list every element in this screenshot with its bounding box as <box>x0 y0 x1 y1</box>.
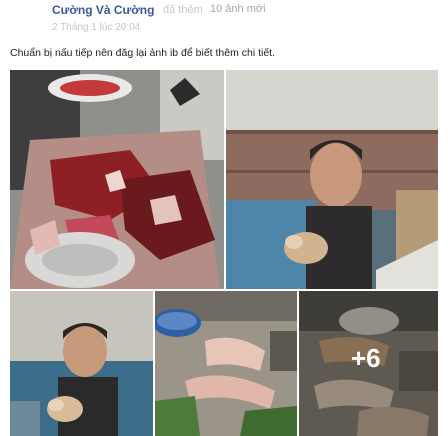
post-timestamp[interactable]: 2 Tháng 1 lúc 20:04 <box>52 22 140 33</box>
facebook-post: Cường Và Cường đã thêm 10 ảnh mới 2 Thán… <box>0 0 448 436</box>
photo-4[interactable] <box>155 291 297 436</box>
photo-2[interactable] <box>226 70 438 289</box>
photo-3[interactable] <box>10 291 153 436</box>
post-action-text: đã thêm <box>163 4 203 16</box>
photo-2-image <box>226 70 438 289</box>
photo-1-image <box>10 70 224 289</box>
photo-count-link[interactable]: 10 ảnh mới <box>210 3 266 15</box>
photo-5-more[interactable]: +6 <box>299 291 438 436</box>
post-header: Cường Và Cường đã thêm 10 ảnh mới 2 Thán… <box>0 0 448 40</box>
author-name-link[interactable]: Cường Và Cường <box>52 3 154 17</box>
post-caption: Chuẩn bị nấu tiếp nên đăg lại ảnh ib để … <box>10 47 276 59</box>
photo-3-image <box>10 291 153 436</box>
photo-1[interactable] <box>10 70 224 289</box>
more-photos-count: +6 <box>351 343 381 373</box>
photo-4-image <box>155 291 297 436</box>
